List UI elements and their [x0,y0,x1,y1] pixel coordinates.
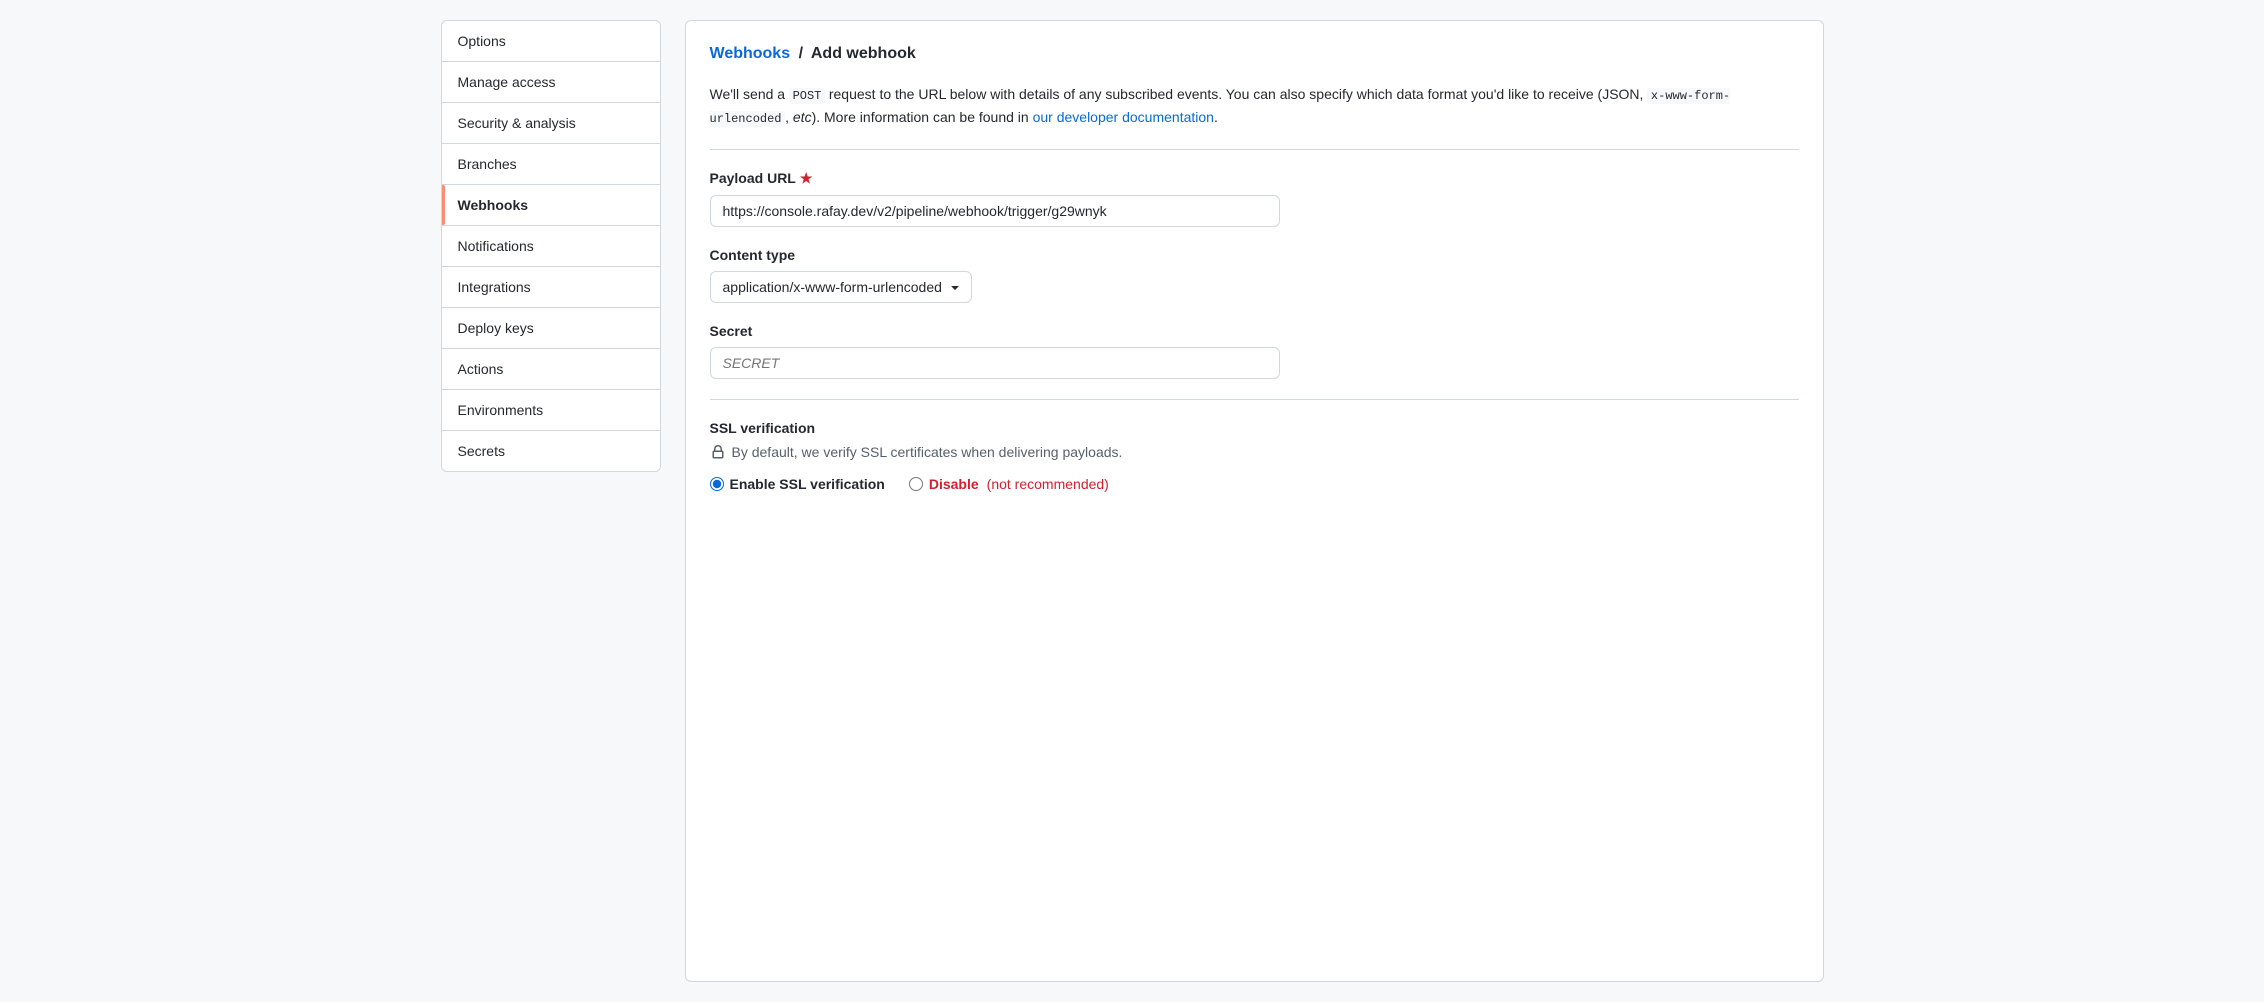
ssl-disable-label: Disable [929,476,979,492]
breadcrumb: Webhooks / Add webhook [710,45,1799,63]
lock-icon [710,444,726,460]
content-type-group: Content type application/x-www-form-urle… [710,247,1799,303]
secret-input[interactable] [710,347,1280,379]
sidebar-item-environments[interactable]: Environments [442,390,660,431]
payload-url-input[interactable] [710,195,1280,227]
sidebar-item-webhooks[interactable]: Webhooks [442,185,660,226]
ssl-enable-option[interactable]: Enable SSL verification [710,476,885,492]
breadcrumb-link[interactable]: Webhooks [710,45,791,62]
sidebar-item-options[interactable]: Options [442,21,660,62]
sidebar-item-branches[interactable]: Branches [442,144,660,185]
secret-label: Secret [710,323,1799,339]
ssl-group: SSL verification By default, we verify S… [710,420,1799,492]
ssl-disable-option[interactable]: Disable (not recommended) [909,476,1109,492]
payload-url-label: Payload URL★ [710,170,1799,187]
secret-group: Secret [710,323,1799,379]
ssl-description: By default, we verify SSL certificates w… [710,444,1799,460]
sidebar-item-manage-access[interactable]: Manage access [442,62,660,103]
ssl-title: SSL verification [710,420,1799,436]
content-type-select[interactable]: application/x-www-form-urlencodedapplica… [710,271,972,303]
ssl-description-text: By default, we verify SSL certificates w… [732,444,1123,460]
sidebar-item-secrets[interactable]: Secrets [442,431,660,471]
main-content: Webhooks / Add webhook We'll send a POST… [685,20,1824,982]
content-type-label: Content type [710,247,1799,263]
sidebar-item-actions[interactable]: Actions [442,349,660,390]
ssl-not-recommended: (not recommended) [987,476,1109,492]
ssl-divider [710,399,1799,400]
section-divider [710,149,1799,150]
ssl-disable-radio[interactable] [909,477,923,491]
sidebar-item-security-analysis[interactable]: Security & analysis [442,103,660,144]
breadcrumb-current: Add webhook [811,45,916,62]
breadcrumb-separator: / [799,45,803,62]
description-text: We'll send a POST request to the URL bel… [710,83,1799,129]
sidebar: OptionsManage accessSecurity & analysisB… [441,20,661,472]
developer-docs-link[interactable]: our developer documentation [1033,109,1214,125]
ssl-enable-radio[interactable] [710,477,724,491]
sidebar-item-deploy-keys[interactable]: Deploy keys [442,308,660,349]
ssl-options: Enable SSL verification Disable (not rec… [710,476,1799,492]
sidebar-item-integrations[interactable]: Integrations [442,267,660,308]
ssl-enable-label: Enable SSL verification [730,476,885,492]
required-star: ★ [800,170,813,186]
sidebar-item-notifications[interactable]: Notifications [442,226,660,267]
payload-url-group: Payload URL★ [710,170,1799,227]
